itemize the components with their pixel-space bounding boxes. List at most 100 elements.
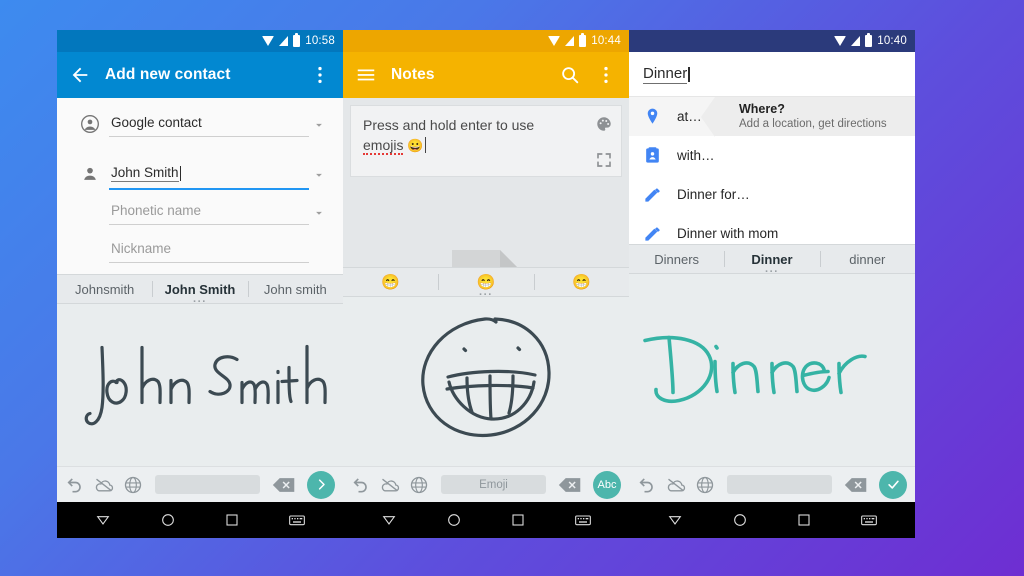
- phonetic-name-input[interactable]: Phonetic name: [109, 198, 309, 225]
- undo-icon[interactable]: [351, 475, 371, 495]
- search-icon[interactable]: [559, 64, 581, 86]
- wifi-icon: [548, 36, 561, 46]
- phonetic-name-row[interactable]: Phonetic name: [57, 198, 343, 236]
- app-bar: Notes: [343, 52, 629, 98]
- palette-icon[interactable]: [595, 115, 613, 133]
- note-misspelled-word: emojis: [363, 137, 404, 155]
- note-card[interactable]: Press and hold enter to use emojis 😀: [350, 105, 622, 177]
- three-phone-screens: 10:58 Add new contact Google contact Joh…: [57, 30, 915, 538]
- suggestion-item[interactable]: Dinners: [629, 245, 724, 273]
- chevron-down-icon[interactable]: [309, 160, 329, 182]
- home-circle-icon[interactable]: [732, 512, 748, 528]
- emoji-suggestion: 😁: [381, 274, 400, 291]
- cloud-off-icon[interactable]: [666, 475, 686, 495]
- handwriting-canvas[interactable]: [57, 304, 343, 466]
- fullscreen-icon[interactable]: [595, 151, 613, 169]
- contact-form: Google contact John Smith Phonetic name: [57, 98, 343, 274]
- suggestion-strip: Dinners Dinner dinner: [629, 244, 915, 274]
- globe-icon[interactable]: [695, 475, 715, 495]
- event-title-input[interactable]: Dinner: [629, 52, 915, 97]
- name-input[interactable]: John Smith: [109, 160, 309, 190]
- list-item-label: at…: [677, 109, 702, 124]
- keyboard-icon[interactable]: [288, 512, 305, 528]
- enter-key[interactable]: Abc: [593, 470, 621, 499]
- cloud-off-icon[interactable]: [94, 475, 114, 495]
- back-triangle-icon[interactable]: [667, 512, 683, 528]
- recents-square-icon[interactable]: [796, 512, 812, 528]
- phone-screen-contacts: 10:58 Add new contact Google contact Joh…: [57, 30, 343, 538]
- home-circle-icon[interactable]: [160, 512, 176, 528]
- empty-chevron: [309, 236, 329, 244]
- space-bar[interactable]: [727, 475, 832, 494]
- globe-icon[interactable]: [123, 475, 143, 495]
- keyboard-icon[interactable]: [574, 512, 591, 528]
- account-row[interactable]: Google contact: [57, 110, 343, 148]
- list-item-dinner-with-mom[interactable]: Dinner with mom: [629, 214, 915, 244]
- space-bar[interactable]: Emoji: [441, 475, 546, 494]
- recents-square-icon[interactable]: [224, 512, 240, 528]
- dropdown-arrow-icon[interactable]: [309, 110, 329, 132]
- suggestion-item[interactable]: John smith: [247, 275, 343, 303]
- enter-key[interactable]: [307, 470, 335, 499]
- undo-icon[interactable]: [637, 475, 657, 495]
- cloud-off-icon[interactable]: [380, 475, 400, 495]
- suggestion-strip: Johnsmith John Smith John smith: [57, 274, 343, 304]
- undo-icon[interactable]: [65, 475, 85, 495]
- emoji-suggestion: 😁: [476, 274, 496, 291]
- keyboard-toolbar: [629, 466, 915, 502]
- overflow-menu-icon[interactable]: [309, 64, 331, 86]
- home-circle-icon[interactable]: [446, 512, 462, 528]
- backspace-icon[interactable]: [558, 476, 582, 494]
- phone-screen-calendar: 10:40 Dinner at… Where? Add a location, …: [629, 30, 915, 538]
- status-bar-time: 10:58: [305, 35, 335, 47]
- space-bar[interactable]: [155, 475, 260, 494]
- suggestion-item[interactable]: 😁: [343, 268, 438, 296]
- android-nav-bar: [57, 502, 343, 538]
- nickname-input[interactable]: Nickname: [109, 236, 309, 263]
- back-arrow-icon[interactable]: [69, 64, 91, 86]
- enter-key[interactable]: [879, 470, 907, 499]
- list-item-dinner-for[interactable]: Dinner for…: [629, 175, 915, 214]
- handwriting-dinner: [643, 335, 867, 404]
- account-value[interactable]: Google contact: [109, 110, 309, 137]
- chevron-down-icon[interactable]: [309, 198, 329, 220]
- list-item-location[interactable]: at… Where? Add a location, get direction…: [629, 97, 915, 136]
- suggestion-item-selected[interactable]: John Smith: [152, 275, 247, 303]
- suggestion-item-selected[interactable]: Dinner: [724, 245, 819, 273]
- signal-icon: [279, 36, 289, 46]
- recents-square-icon[interactable]: [510, 512, 526, 528]
- backspace-icon[interactable]: [844, 476, 868, 494]
- handwriting-canvas[interactable]: [343, 297, 629, 466]
- person-icon: [71, 160, 109, 184]
- status-bar: 10:58: [57, 30, 343, 52]
- handwriting-canvas[interactable]: [629, 274, 915, 466]
- tooltip-subtitle: Add a location, get directions: [739, 117, 887, 130]
- name-row[interactable]: John Smith: [57, 160, 343, 198]
- suggestion-item-selected[interactable]: 😁: [438, 268, 533, 296]
- android-nav-bar: [629, 502, 915, 538]
- note-emoji: 😀: [407, 138, 424, 153]
- back-triangle-icon[interactable]: [95, 512, 111, 528]
- backspace-icon[interactable]: [272, 476, 296, 494]
- calendar-quick-add: Dinner at… Where? Add a location, get di…: [629, 52, 915, 244]
- page-title: Add new contact: [105, 66, 231, 83]
- emoji-suggestion: 😁: [571, 274, 591, 291]
- globe-icon[interactable]: [409, 475, 429, 495]
- overflow-menu-icon[interactable]: [595, 64, 617, 86]
- nickname-row[interactable]: Nickname: [57, 236, 343, 274]
- list-item-contact[interactable]: with…: [629, 136, 915, 175]
- battery-icon: [579, 33, 587, 47]
- suggestion-item[interactable]: 😁: [533, 268, 629, 296]
- text-cursor: [424, 137, 427, 153]
- suggestion-item[interactable]: dinner: [819, 245, 915, 273]
- back-triangle-icon[interactable]: [381, 512, 397, 528]
- name-input-value: John Smith: [111, 165, 179, 182]
- hamburger-menu-icon[interactable]: [355, 64, 377, 86]
- note-text: Press and hold enter to use emojis 😀: [363, 115, 587, 156]
- suggestion-item[interactable]: Johnsmith: [57, 275, 152, 303]
- signal-icon: [851, 36, 861, 46]
- list-item-label: Dinner for…: [677, 187, 750, 202]
- keyboard-icon[interactable]: [860, 512, 877, 528]
- suggestion-list: at… Where? Add a location, get direction…: [629, 97, 915, 244]
